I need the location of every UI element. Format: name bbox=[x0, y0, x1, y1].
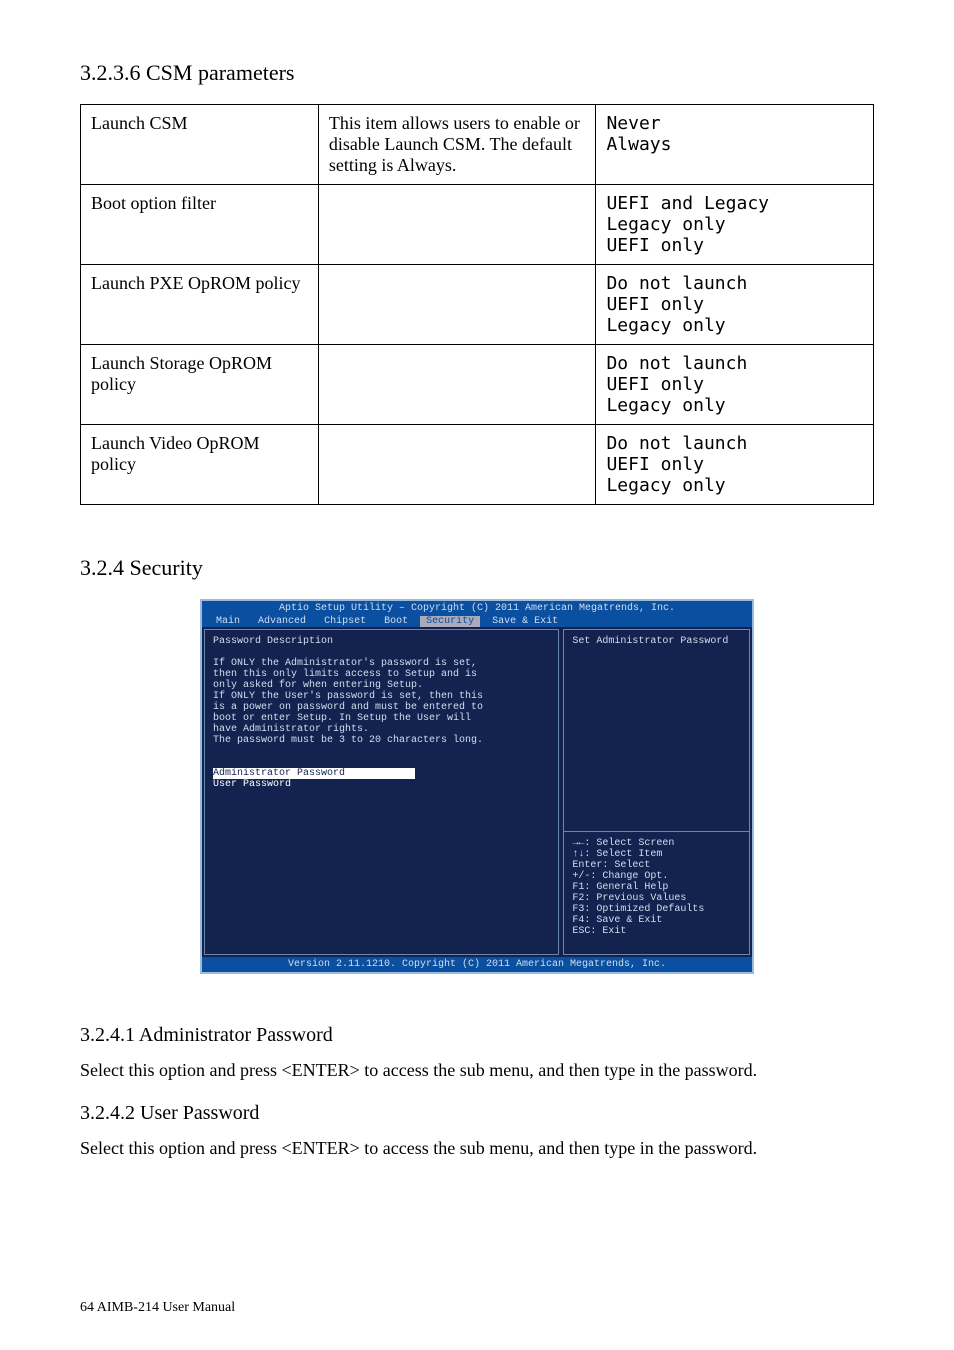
cell: This item allows users to enable or disa… bbox=[329, 113, 580, 175]
bios-tab-main[interactable]: Main bbox=[210, 616, 246, 627]
page: 3.2.3.6 CSM parameters Launch CSM This i… bbox=[0, 0, 954, 1350]
cell: Launch PXE OpROM policy bbox=[91, 273, 300, 293]
bios-help-key: F1: General Help bbox=[572, 882, 741, 893]
bios-help-key: F2: Previous Values bbox=[572, 893, 741, 904]
section-heading-admin-password: 3.2.4.1 Administrator Password bbox=[80, 1024, 874, 1047]
bios-desc-line: If ONLY the Administrator's password is … bbox=[213, 658, 550, 669]
bios-desc-line: only asked for when entering Setup. bbox=[213, 680, 550, 691]
cell: Do not launch UEFI only Legacy only bbox=[606, 353, 863, 416]
cell: Do not launch UEFI only Legacy only bbox=[606, 433, 863, 496]
table-row: Launch PXE OpROM policy Do not launch UE… bbox=[81, 265, 874, 345]
cell: Boot option filter bbox=[91, 193, 216, 213]
bios-desc-line: boot or enter Setup. In Setup the User w… bbox=[213, 713, 550, 724]
section-heading-security: 3.2.4 Security bbox=[80, 555, 874, 581]
bios-help-key: →←: Select Screen bbox=[572, 838, 741, 849]
bios-screenshot: Aptio Setup Utility – Copyright (C) 2011… bbox=[200, 599, 754, 974]
csm-table: Launch CSM This item allows users to ena… bbox=[80, 104, 874, 505]
table-row: Launch Storage OpROM policy Do not launc… bbox=[81, 345, 874, 425]
bios-desc-line: have Administrator rights. bbox=[213, 724, 550, 735]
bios-tabbar: Main Advanced Chipset Boot Security Save… bbox=[202, 616, 752, 627]
bios-desc-line: then this only limits access to Setup an… bbox=[213, 669, 550, 680]
bios-help-key: +/-: Change Opt. bbox=[572, 871, 741, 882]
bios-body: Password Description If ONLY the Adminis… bbox=[202, 627, 752, 957]
bios-help-key: Enter: Select bbox=[572, 860, 741, 871]
bios-desc-line: If ONLY the User's password is set, then… bbox=[213, 691, 550, 702]
bios-tab-security[interactable]: Security bbox=[420, 616, 480, 627]
cell: Launch CSM bbox=[91, 113, 188, 133]
bios-desc-line: is a power on password and must be enter… bbox=[213, 702, 550, 713]
bios-footerbar: Version 2.11.1210. Copyright (C) 2011 Am… bbox=[202, 957, 752, 972]
table-row: Boot option filter UEFI and Legacy Legac… bbox=[81, 185, 874, 265]
section-body-admin-password: Select this option and press <ENTER> to … bbox=[80, 1057, 874, 1084]
cell: Do not launch UEFI only Legacy only bbox=[606, 273, 863, 336]
bios-item-user-password[interactable]: User Password bbox=[213, 779, 550, 790]
bios-desc-line: The password must be 3 to 20 characters … bbox=[213, 735, 550, 746]
bios-right-pane: Set Administrator Password →←: Select Sc… bbox=[563, 629, 750, 955]
section-heading-user-password: 3.2.4.2 User Password bbox=[80, 1102, 874, 1125]
section-body-user-password: Select this option and press <ENTER> to … bbox=[80, 1135, 874, 1162]
bios-tab-chipset[interactable]: Chipset bbox=[318, 616, 372, 627]
page-footer: 64 AIMB-214 User Manual bbox=[80, 1300, 874, 1316]
bios-tab-advanced[interactable]: Advanced bbox=[252, 616, 312, 627]
bios-tab-saveexit[interactable]: Save & Exit bbox=[486, 616, 564, 627]
bios-desc-title: Password Description bbox=[213, 636, 550, 647]
page-footer-text: 64 AIMB-214 User Manual bbox=[80, 1300, 235, 1316]
bios-help-key: ESC: Exit bbox=[572, 926, 741, 937]
table-row: Launch CSM This item allows users to ena… bbox=[81, 105, 874, 185]
bios-help-top: Set Administrator Password bbox=[572, 636, 741, 825]
table-row: Launch Video OpROM policy Do not launch … bbox=[81, 425, 874, 505]
section-heading-csm: 3.2.3.6 CSM parameters bbox=[80, 60, 874, 86]
bios-left-pane: Password Description If ONLY the Adminis… bbox=[204, 629, 559, 955]
cell: Never Always bbox=[606, 113, 863, 155]
cell: Launch Storage OpROM policy bbox=[91, 353, 272, 394]
bios-titlebar: Aptio Setup Utility – Copyright (C) 2011… bbox=[202, 601, 752, 616]
bios-item-admin-password[interactable]: Administrator Password bbox=[213, 768, 415, 779]
cell: Launch Video OpROM policy bbox=[91, 433, 260, 474]
cell: UEFI and Legacy Legacy only UEFI only bbox=[606, 193, 863, 256]
bios-help-key: F4: Save & Exit bbox=[572, 915, 741, 926]
bios-divider bbox=[564, 831, 749, 832]
bios-tab-boot[interactable]: Boot bbox=[378, 616, 414, 627]
bios-help-key: ↑↓: Select Item bbox=[572, 849, 741, 860]
bios-help-key: F3: Optimized Defaults bbox=[572, 904, 741, 915]
